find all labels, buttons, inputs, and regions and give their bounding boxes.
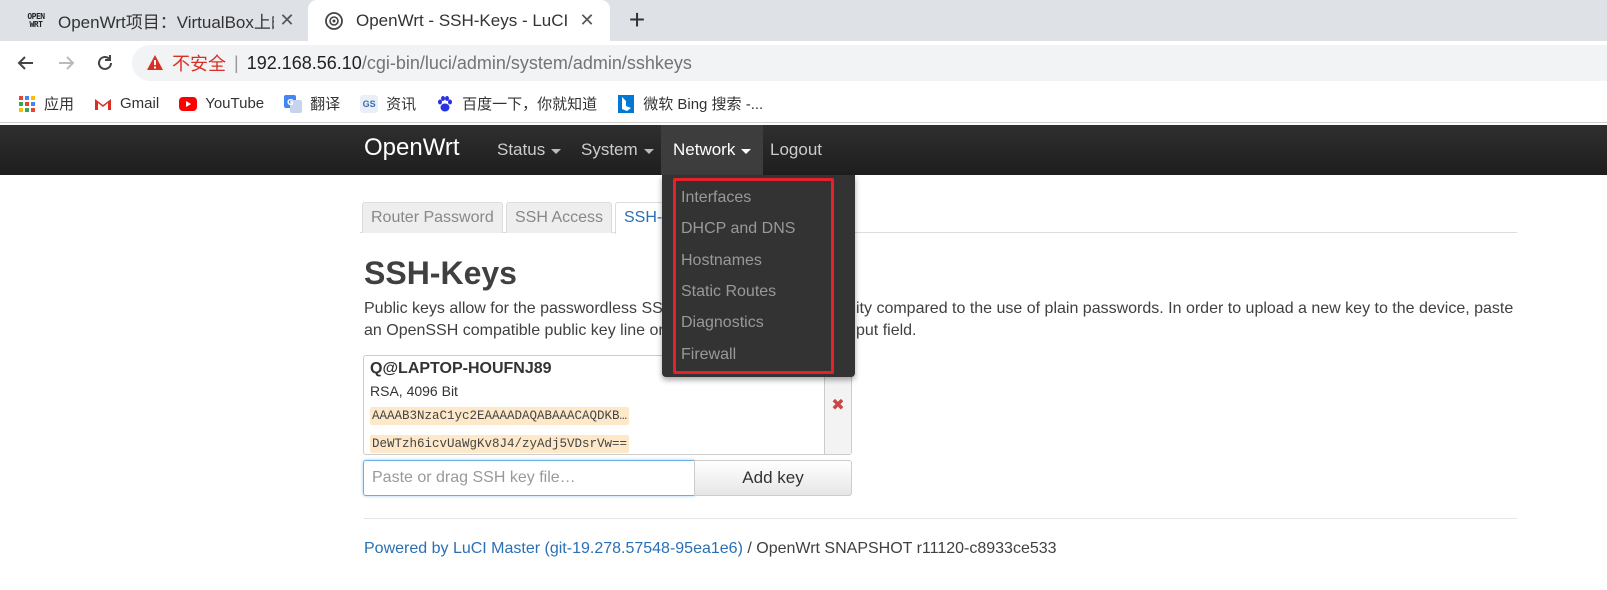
bookmark-baidu[interactable]: 百度一下，你就知道 <box>436 93 597 114</box>
menu-network[interactable]: Network <box>661 125 764 175</box>
bookmark-news[interactable]: GS 资讯 <box>360 93 416 114</box>
tab-title: OpenWrt - SSH-Keys - LuCI <box>356 10 569 30</box>
address-bar[interactable]: 不安全 | 192.168.56.10/cgi-bin/luci/admin/s… <box>132 45 1607 81</box>
tab-title: OpenWrt项目：VirtualBox上的 <box>58 13 274 32</box>
footer-version: / OpenWrt SNAPSHOT r11120-c8933ce533 <box>742 540 1057 557</box>
bing-icon <box>617 94 635 113</box>
back-arrow-icon[interactable] <box>10 47 42 79</box>
page-description: Public keys allow for the passwordless S… <box>364 298 1524 342</box>
footer: Powered by LuCI Master (git-19.278.57548… <box>364 540 1057 558</box>
dropdown-item-firewall[interactable]: Firewall <box>681 346 736 364</box>
luci-globe-icon <box>322 9 346 33</box>
tab-router-password[interactable]: Router Password <box>362 202 503 233</box>
browser-tabstrip: OPEN WRT OpenWrt项目：VirtualBox上的 ✕ OpenWrt… <box>0 0 1607 41</box>
tab-ssh-access[interactable]: SSH Access <box>506 202 613 233</box>
apps-grid-icon <box>18 95 36 113</box>
url-host: 192.168.56.10 <box>246 52 362 73</box>
forward-arrow-icon[interactable] <box>50 47 82 79</box>
description-line2: an OpenSSH compatible public key line or <box>364 322 664 339</box>
url-path: /cgi-bin/luci/admin/system/admin/sshkeys <box>361 52 692 73</box>
svg-text:G: G <box>287 98 294 107</box>
bookmark-gmail[interactable]: Gmail <box>94 95 159 113</box>
key-type: RSA, 4096 Bit <box>370 383 458 399</box>
youtube-icon <box>179 95 198 113</box>
bookmark-label: Gmail <box>120 95 160 112</box>
menu-logout[interactable]: Logout <box>758 125 834 175</box>
close-tab-icon[interactable]: ✕ <box>274 10 300 31</box>
key-data-end: DeWTzh6icvUaWgKv8J4/zyAdj5VDsrVw== <box>370 435 630 453</box>
news-icon: GS <box>360 94 379 113</box>
menu-label: Network <box>673 140 736 159</box>
ssh-key-input[interactable] <box>363 460 695 496</box>
bookmark-bing[interactable]: 微软 Bing 搜索 -... <box>617 93 763 114</box>
bookmark-label: 百度一下，你就知道 <box>462 96 598 113</box>
bookmark-label: 翻译 <box>310 96 341 113</box>
cbi-tabs: Router Password SSH Access SSH- <box>360 200 1517 234</box>
bookmark-youtube[interactable]: YouTube <box>179 95 264 113</box>
dropdown-item-dhcp-dns[interactable]: DHCP and DNS <box>681 220 795 238</box>
caret-down-icon <box>643 148 654 154</box>
dropdown-item-hostnames[interactable]: Hostnames <box>681 252 762 270</box>
menu-system[interactable]: System <box>569 125 666 175</box>
insecure-label[interactable]: 不安全 <box>172 50 226 76</box>
description-line1-right: ity compared to the use of plain passwor… <box>856 300 1514 317</box>
url-separator: | <box>234 52 239 73</box>
dropdown-item-static-routes[interactable]: Static Routes <box>681 283 776 301</box>
dropdown-item-interfaces[interactable]: Interfaces <box>681 189 751 207</box>
warning-triangle-icon <box>147 55 163 70</box>
browser-toolbar: 不安全 | 192.168.56.10/cgi-bin/luci/admin/s… <box>0 41 1607 85</box>
luci-header: OpenWrt Status System Network Logout <box>0 125 1607 175</box>
openwrt-brand[interactable]: OpenWrt <box>364 134 460 162</box>
bookmark-label: 应用 <box>44 96 75 113</box>
baidu-paw-icon <box>436 95 454 113</box>
bookmark-label: 微软 Bing 搜索 -... <box>643 96 764 113</box>
caret-down-icon <box>741 148 752 154</box>
openwrt-logo-icon: OPEN WRT <box>27 11 45 29</box>
menu-status[interactable]: Status <box>485 125 573 175</box>
close-tab-icon[interactable]: ✕ <box>574 10 600 31</box>
description-line2-right: put field. <box>856 322 917 339</box>
description-line1: Public keys allow for the passwordless S… <box>364 300 675 317</box>
bookmark-label: 资讯 <box>386 96 417 113</box>
bookmark-apps[interactable]: 应用 <box>18 93 74 114</box>
footer-divider <box>364 518 1517 519</box>
menu-label: Status <box>497 140 546 159</box>
caret-down-icon <box>551 148 562 154</box>
dropdown-item-diagnostics[interactable]: Diagnostics <box>681 314 764 332</box>
browser-tab-openwrt-project[interactable]: OPEN WRT OpenWrt项目：VirtualBox上的 ✕ <box>10 0 310 41</box>
translate-icon: G <box>284 94 303 113</box>
bookmark-translate[interactable]: G 翻译 <box>284 93 340 114</box>
reload-icon[interactable] <box>89 47 121 79</box>
menu-label: Logout <box>770 140 822 159</box>
add-key-button[interactable]: Add key <box>694 460 852 496</box>
new-tab-button[interactable]: + <box>620 3 654 37</box>
menu-label: System <box>581 140 638 159</box>
bookmark-label: YouTube <box>205 95 265 112</box>
gmail-icon <box>94 95 112 113</box>
network-dropdown-menu: Interfaces DHCP and DNS Hostnames Static… <box>662 175 855 377</box>
browser-tab-luci-sshkeys[interactable]: OpenWrt - SSH-Keys - LuCI ✕ <box>308 0 610 41</box>
key-data-start: AAAAB3NzaC1yc2EAAAADAQABAAACAQDKB… <box>370 407 630 425</box>
luci-footer-link[interactable]: Powered by LuCI Master (git-19.278.57548… <box>364 540 743 557</box>
page-title: SSH-Keys <box>364 255 517 291</box>
bookmarks-bar: 应用 Gmail YouTube G 翻译 GS 资讯 百度一下，你就知道 微软… <box>0 85 1607 123</box>
